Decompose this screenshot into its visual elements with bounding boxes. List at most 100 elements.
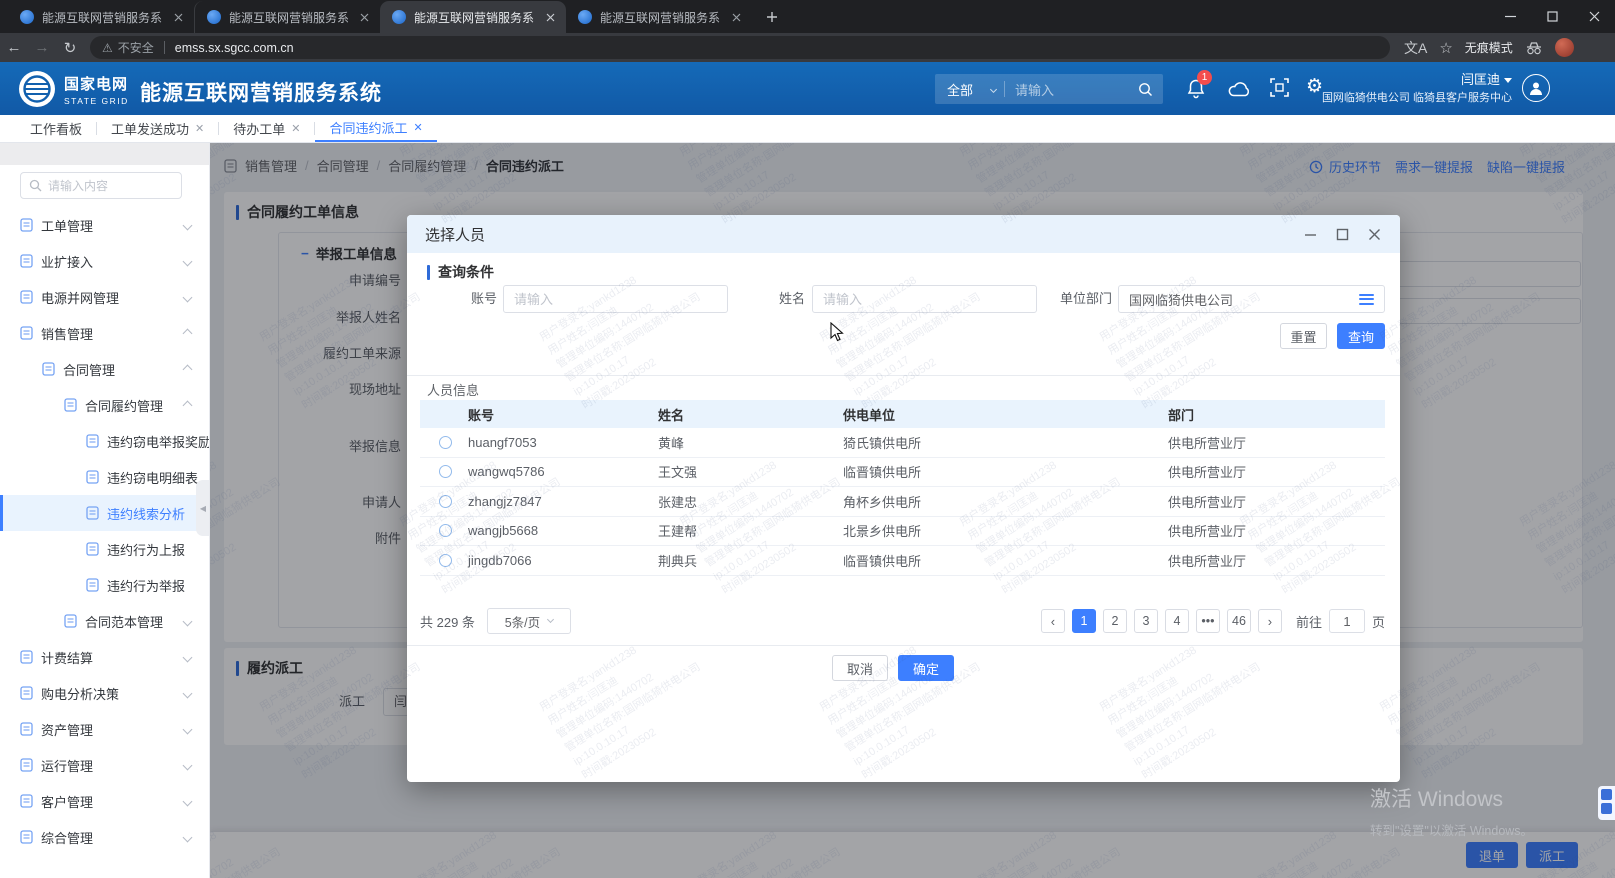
- chevron-down-icon: [182, 652, 193, 662]
- tab-close-icon[interactable]: [170, 9, 186, 25]
- sidebar-collapse-handle[interactable]: ◀: [196, 480, 209, 536]
- sidebar-item-2[interactable]: 电源并网管理: [0, 279, 209, 315]
- sidebar-item-8[interactable]: 违约线索分析: [0, 495, 209, 531]
- page-tab-2[interactable]: 工单发送成功 ✕: [97, 115, 218, 142]
- table-row[interactable]: wangwq5786 王文强 临晋镇供电所 供电所营业厅: [420, 458, 1385, 487]
- user-avatar[interactable]: [1522, 74, 1550, 102]
- browser-tab[interactable]: 能源互联网营销服务系统: [380, 1, 566, 33]
- sidebar-item-7[interactable]: 违约窃电明细表: [0, 459, 209, 495]
- sidebar-item-9[interactable]: 违约行为上报: [0, 531, 209, 567]
- tab-close-icon[interactable]: ✕: [414, 121, 423, 134]
- caret-down-icon: [1504, 78, 1512, 84]
- next-page-button[interactable]: ›: [1257, 609, 1282, 633]
- search-icon[interactable]: [1138, 82, 1153, 97]
- radio-button[interactable]: [439, 553, 452, 567]
- bookmark-star-icon[interactable]: ☆: [1439, 39, 1452, 57]
- goto-page-input[interactable]: [1328, 609, 1365, 633]
- window-minimize-button[interactable]: [1489, 0, 1531, 33]
- dialog-minimize-button[interactable]: [1302, 226, 1318, 242]
- query-button[interactable]: 查询: [1337, 323, 1385, 349]
- window-close-button[interactable]: [1573, 0, 1615, 33]
- name-input[interactable]: [812, 285, 1037, 313]
- document-icon: [86, 506, 99, 520]
- org-tree-menu-icon[interactable]: [1359, 293, 1374, 305]
- tab-close-icon[interactable]: [728, 9, 744, 25]
- tab-close-icon[interactable]: [542, 9, 558, 25]
- sidebar-search[interactable]: [20, 172, 182, 199]
- reset-button[interactable]: 重置: [1280, 323, 1327, 349]
- page-button-2[interactable]: 2: [1102, 609, 1127, 633]
- tab-close-icon[interactable]: ✕: [291, 122, 300, 135]
- back-button[interactable]: ←: [0, 39, 28, 56]
- sidebar-item-17[interactable]: 综合管理: [0, 819, 209, 855]
- forward-button[interactable]: →: [28, 39, 56, 56]
- page-tab-3[interactable]: 待办工单 ✕: [219, 115, 314, 142]
- new-tab-button[interactable]: [758, 3, 786, 31]
- browser-tab[interactable]: 能源互联网营销服务系统: [8, 1, 194, 33]
- window-maximize-button[interactable]: [1531, 0, 1573, 33]
- sidebar-item-5[interactable]: 合同履约管理: [0, 387, 209, 423]
- search-scope-select[interactable]: 全部: [935, 80, 997, 99]
- radio-button[interactable]: [439, 435, 452, 449]
- translate-icon[interactable]: 文A: [1404, 38, 1427, 58]
- page-button-4[interactable]: 4: [1164, 609, 1189, 633]
- sidebar-search-input[interactable]: [48, 178, 158, 193]
- sidebar-menu: 工单管理 业扩接入 电源并网管理 销售管理 合同管理 合同履约管理 违约窃电举报奖励 违约窃电…: [0, 207, 209, 855]
- table-cell: 王建帮: [658, 524, 698, 540]
- sidebar-item-16[interactable]: 客户管理: [0, 783, 209, 819]
- sidebar-item-15[interactable]: 运行管理: [0, 747, 209, 783]
- radio-button[interactable]: [439, 524, 452, 538]
- tab-close-icon[interactable]: ✕: [195, 122, 204, 135]
- sidebar-item-label: 违约线索分析: [107, 506, 186, 522]
- confirm-button[interactable]: 确定: [898, 655, 954, 681]
- divider: [407, 645, 1400, 646]
- sidebar-item-4[interactable]: 合同管理: [0, 351, 209, 387]
- sidebar-item-3[interactable]: 销售管理: [0, 315, 209, 351]
- table-cell: wangwq5786: [468, 464, 545, 480]
- radio-button[interactable]: [439, 465, 452, 479]
- page-button-3[interactable]: 3: [1133, 609, 1158, 633]
- account-input[interactable]: [503, 285, 728, 313]
- table-row[interactable]: huangf7053 黄峰 猗氏镇供电所 供电所营业厅: [420, 428, 1385, 458]
- table-row[interactable]: zhangjz7847 张建忠 角杯乡供电所 供电所营业厅: [420, 487, 1385, 517]
- sidebar-item-12[interactable]: 计费结算: [0, 639, 209, 675]
- dialog-maximize-button[interactable]: [1334, 226, 1350, 242]
- page-button-1[interactable]: 1: [1071, 609, 1096, 633]
- sidebar-item-11[interactable]: 合同范本管理: [0, 603, 209, 639]
- sidebar-item-0[interactable]: 工单管理: [0, 207, 209, 243]
- browser-tab[interactable]: 能源互联网营销服务系统: [566, 1, 752, 33]
- page-button-46[interactable]: 46: [1226, 609, 1251, 633]
- incognito-icon: [1526, 41, 1541, 54]
- dialog-header[interactable]: 选择人员: [407, 215, 1400, 253]
- cloud-icon[interactable]: [1228, 80, 1252, 97]
- sidebar-item-14[interactable]: 资产管理: [0, 711, 209, 747]
- page-size-select[interactable]: 5条/页: [486, 608, 571, 634]
- floating-widget[interactable]: [1598, 786, 1615, 820]
- tab-close-icon[interactable]: [356, 9, 372, 25]
- sidebar-item-13[interactable]: 购电分析决策: [0, 675, 209, 711]
- table-row[interactable]: wangjb5668 王建帮 北景乡供电所 供电所营业厅: [420, 517, 1385, 546]
- global-search[interactable]: 全部 请输入: [935, 74, 1163, 104]
- radio-button[interactable]: [439, 494, 452, 508]
- table-cell: jingdb7066: [468, 552, 532, 568]
- sidebar-item-1[interactable]: 业扩接入: [0, 243, 209, 279]
- prev-page-button[interactable]: ‹: [1040, 609, 1065, 633]
- cancel-button[interactable]: 取消: [832, 655, 888, 681]
- security-label: 不安全: [117, 41, 154, 55]
- sidebar-item-label: 合同范本管理: [85, 614, 164, 630]
- department-input[interactable]: 国网临猗供电公司: [1118, 285, 1385, 313]
- page-tab-4[interactable]: 合同违约派工 ✕: [315, 115, 437, 142]
- dialog-close-button[interactable]: [1366, 226, 1382, 242]
- radio-cell: [420, 465, 460, 479]
- browser-profile-avatar[interactable]: [1554, 38, 1574, 57]
- sidebar-item-label: 综合管理: [41, 830, 94, 846]
- reload-button[interactable]: ↻: [56, 39, 84, 57]
- page-ellipsis[interactable]: •••: [1195, 609, 1220, 633]
- address-bar[interactable]: ⚠ 不安全 emss.sx.sgcc.com.cn: [90, 36, 1390, 59]
- user-name[interactable]: 闫匡迪: [1340, 69, 1512, 88]
- sidebar-item-10[interactable]: 违约行为举报: [0, 567, 209, 603]
- sidebar-item-6[interactable]: 违约窃电举报奖励: [0, 423, 209, 459]
- browser-tab[interactable]: 能源互联网营销服务系统: [194, 1, 380, 33]
- page-tab-1[interactable]: 工作看板: [16, 115, 96, 142]
- table-row[interactable]: jingdb7066 荆典兵 临晋镇供电所 供电所营业厅: [420, 546, 1385, 576]
